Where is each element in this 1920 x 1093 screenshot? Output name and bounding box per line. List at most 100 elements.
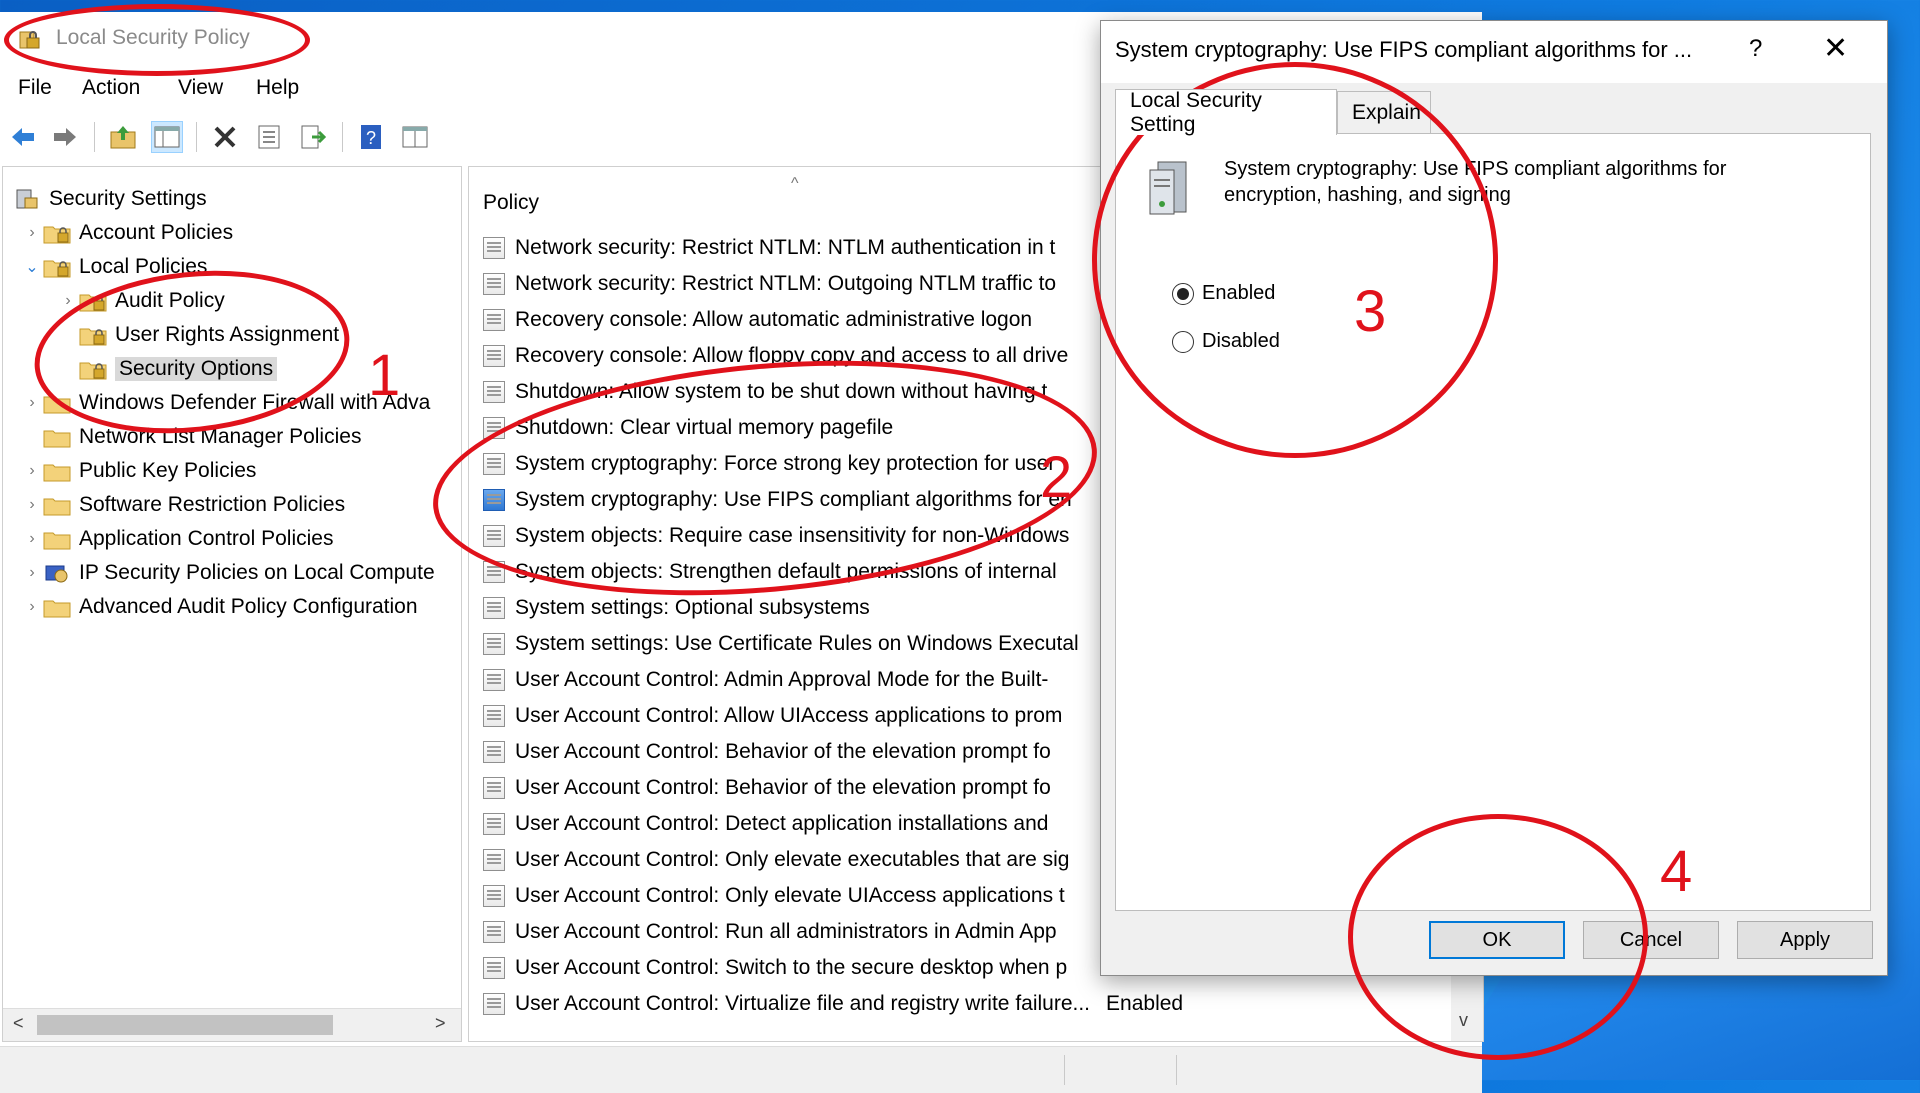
tree-item[interactable]: User Rights Assignment bbox=[57, 319, 339, 351]
tree-item[interactable]: › Audit Policy bbox=[57, 285, 224, 317]
policy-row[interactable]: User Account Control: Detect application… bbox=[483, 807, 1048, 841]
scroll-right-icon[interactable]: > bbox=[435, 1013, 446, 1034]
disabled-radio[interactable]: Disabled bbox=[1172, 330, 1280, 353]
menu-file[interactable]: File bbox=[18, 76, 52, 100]
policy-name: System cryptography: Force strong key pr… bbox=[515, 452, 1056, 475]
policy-icon bbox=[483, 921, 505, 943]
chevron-down-icon[interactable]: ⌄ bbox=[21, 256, 43, 278]
export-list-icon[interactable] bbox=[298, 122, 328, 152]
policy-row[interactable]: User Account Control: Virtualize file an… bbox=[483, 987, 1183, 1021]
chevron-right-icon[interactable]: › bbox=[21, 222, 43, 244]
menu-view[interactable]: View bbox=[178, 76, 223, 100]
cancel-button[interactable]: Cancel bbox=[1583, 921, 1719, 959]
tab-explain[interactable]: Explain bbox=[1337, 91, 1431, 133]
toolbar-separator bbox=[94, 122, 95, 152]
console-tree-pane[interactable]: Security Settings › Account Policies ⌄ Local… bbox=[2, 166, 462, 1042]
policy-name: Network security: Restrict NTLM: NTLM au… bbox=[515, 236, 1056, 259]
delete-icon[interactable] bbox=[210, 122, 240, 152]
policy-row[interactable]: User Account Control: Behavior of the el… bbox=[483, 735, 1051, 769]
apply-button[interactable]: Apply bbox=[1737, 921, 1873, 959]
server-icon bbox=[1149, 161, 1187, 215]
policy-row[interactable]: Shutdown: Clear virtual memory pagefile bbox=[483, 411, 893, 445]
window-title: Local Security Policy bbox=[56, 26, 250, 49]
policy-name: User Account Control: Only elevate execu… bbox=[515, 848, 1070, 871]
policy-row[interactable]: Recovery console: Allow automatic admini… bbox=[483, 303, 1032, 337]
chevron-right-icon[interactable]: › bbox=[21, 562, 43, 584]
tree-item-label: Local Policies bbox=[79, 255, 208, 278]
help-button[interactable]: ? bbox=[1749, 35, 1762, 63]
forward-arrow-icon[interactable] bbox=[50, 122, 80, 152]
menu-action[interactable]: Action bbox=[82, 76, 140, 100]
tree-item[interactable]: Security Settings bbox=[13, 183, 207, 215]
annotation-number-2: 2 bbox=[1040, 445, 1073, 510]
policy-row[interactable]: User Account Control: Behavior of the el… bbox=[483, 771, 1051, 805]
tree-item[interactable]: › Advanced Audit Policy Configuration bbox=[21, 591, 417, 623]
status-bar bbox=[0, 1046, 1482, 1093]
tree-item[interactable]: Network List Manager Policies bbox=[21, 421, 361, 453]
ok-button[interactable]: OK bbox=[1429, 921, 1565, 959]
policy-row[interactable]: System objects: Strengthen default permi… bbox=[483, 555, 1057, 589]
help-icon[interactable]: ? bbox=[356, 122, 386, 152]
chevron-right-icon[interactable]: › bbox=[21, 528, 43, 550]
scroll-down-icon[interactable]: v bbox=[1459, 1010, 1468, 1031]
console-view-icon[interactable] bbox=[400, 122, 430, 152]
tree-item[interactable]: › IP Security Policies on Local Compute bbox=[21, 557, 434, 589]
policy-icon bbox=[483, 813, 505, 835]
security-settings-icon bbox=[16, 189, 38, 209]
chevron-right-icon[interactable]: › bbox=[57, 290, 79, 312]
folder-icon bbox=[43, 600, 71, 618]
policy-icon bbox=[483, 993, 505, 1015]
policy-icon bbox=[483, 561, 505, 583]
dialog-title: System cryptography: Use FIPS compliant … bbox=[1115, 37, 1693, 62]
show-hide-tree-icon[interactable] bbox=[151, 121, 183, 153]
chevron-right-icon[interactable]: › bbox=[21, 392, 43, 414]
policy-row[interactable]: Recovery console: Allow floppy copy and … bbox=[483, 339, 1068, 373]
chevron-right-icon[interactable]: › bbox=[21, 460, 43, 482]
policy-row[interactable]: System objects: Require case insensitivi… bbox=[483, 519, 1069, 553]
policy-row[interactable]: User Account Control: Run all administra… bbox=[483, 915, 1057, 949]
policy-name: User Account Control: Admin Approval Mod… bbox=[515, 668, 1049, 691]
policy-row[interactable]: System cryptography: Force strong key pr… bbox=[483, 447, 1055, 481]
tree-item[interactable]: Security Options bbox=[57, 353, 278, 385]
tab-local-security-setting[interactable]: Local Security Setting bbox=[1115, 89, 1337, 136]
policy-name: Shutdown: Allow system to be shut down w… bbox=[515, 380, 1048, 403]
up-folder-icon[interactable] bbox=[108, 122, 138, 152]
policy-row[interactable]: Shutdown: Allow system to be shut down w… bbox=[483, 375, 1047, 409]
tree-item[interactable]: › Account Policies bbox=[21, 217, 233, 249]
policy-name: System settings: Optional subsystems bbox=[515, 596, 870, 619]
close-icon[interactable]: ✕ bbox=[1823, 31, 1848, 66]
tree-item[interactable]: ⌄ Local Policies bbox=[21, 251, 207, 283]
policy-icon bbox=[483, 525, 505, 547]
column-header-policy[interactable]: Policy bbox=[483, 191, 539, 215]
tree-item[interactable]: › Software Restriction Policies bbox=[21, 489, 345, 521]
tree-horizontal-scrollbar[interactable]: < > bbox=[3, 1008, 461, 1041]
back-arrow-icon[interactable] bbox=[8, 122, 38, 152]
policy-icon bbox=[483, 705, 505, 727]
policy-name: User Account Control: Behavior of the el… bbox=[515, 776, 1051, 799]
policy-row[interactable]: System cryptography: Use FIPS compliant … bbox=[483, 483, 1072, 517]
policy-row[interactable]: System settings: Optional subsystems bbox=[483, 591, 870, 625]
radio-unselected-icon[interactable] bbox=[1172, 330, 1194, 353]
policy-row[interactable]: Network security: Restrict NTLM: Outgoin… bbox=[483, 267, 1056, 301]
policy-row[interactable]: User Account Control: Switch to the secu… bbox=[483, 951, 1067, 985]
policy-row[interactable]: User Account Control: Only elevate execu… bbox=[483, 843, 1069, 877]
policy-row[interactable]: User Account Control: Admin Approval Mod… bbox=[483, 663, 1048, 697]
tree-item[interactable]: › Application Control Policies bbox=[21, 523, 333, 555]
menu-help[interactable]: Help bbox=[256, 76, 299, 100]
policy-icon bbox=[483, 381, 505, 403]
policy-row[interactable]: Network security: Restrict NTLM: NTLM au… bbox=[483, 231, 1055, 265]
annotation-number-1: 1 bbox=[368, 343, 401, 408]
tree-item[interactable]: › Public Key Policies bbox=[21, 455, 256, 487]
policy-row[interactable]: User Account Control: Only elevate UIAcc… bbox=[483, 879, 1065, 913]
enabled-radio[interactable]: Enabled bbox=[1172, 282, 1275, 305]
enabled-radio-label: Enabled bbox=[1202, 282, 1276, 304]
scroll-left-icon[interactable]: < bbox=[13, 1013, 24, 1034]
properties-icon[interactable] bbox=[254, 122, 284, 152]
policy-icon bbox=[483, 669, 505, 691]
radio-selected-icon[interactable] bbox=[1172, 282, 1194, 305]
chevron-right-icon[interactable]: › bbox=[21, 596, 43, 618]
scrollbar-thumb[interactable] bbox=[37, 1015, 333, 1035]
policy-row[interactable]: User Account Control: Allow UIAccess app… bbox=[483, 699, 1062, 733]
policy-row[interactable]: System settings: Use Certificate Rules o… bbox=[483, 627, 1079, 661]
chevron-right-icon[interactable]: › bbox=[21, 494, 43, 516]
